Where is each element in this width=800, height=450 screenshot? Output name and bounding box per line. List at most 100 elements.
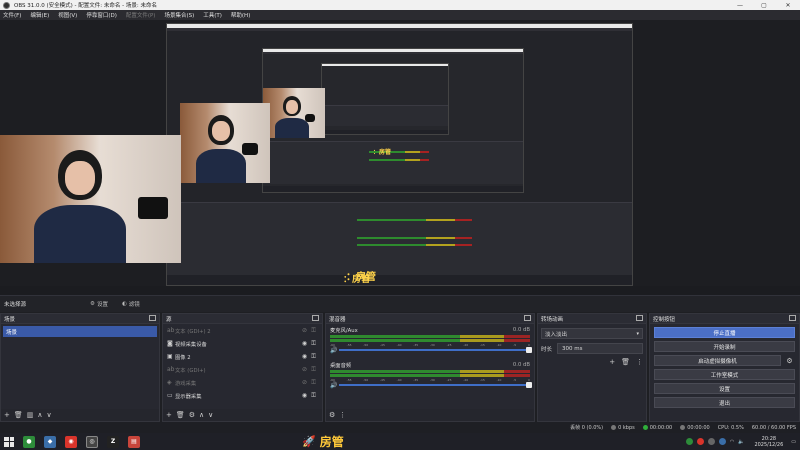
wifi-icon[interactable]: ◠ xyxy=(730,439,734,445)
start-record-button[interactable]: 开始录制 xyxy=(654,341,795,352)
wechat-icon[interactable]: ● xyxy=(23,435,35,448)
notification-icon[interactable]: ▭ xyxy=(791,439,796,445)
gear-icon[interactable]: ⚙ xyxy=(784,357,795,365)
bitrate: 0 kbps xyxy=(611,425,635,431)
undock-icon[interactable] xyxy=(312,315,319,321)
preview-area[interactable]: ：房管 ：房管 ：房管 xyxy=(0,20,800,286)
taskbar: ● ◆ ◉ ◎ Z ▤ 🚀 房管 ◠ 🔈 20:28 2025/12/26 ▭ xyxy=(0,433,800,450)
stamp-small: ：房管 xyxy=(373,149,392,156)
obs-icon[interactable]: ◎ xyxy=(86,435,98,448)
fps: 60.00 / 60.00 FPS xyxy=(751,424,796,431)
mixer-settings-button[interactable]: ⚙ xyxy=(329,411,335,419)
exit-button[interactable]: 退出 xyxy=(654,397,795,408)
filters-label: 滤镜 xyxy=(128,302,140,308)
menu-scene-collection[interactable]: 场景集合(S) xyxy=(164,11,194,19)
transition-menu-button[interactable]: ⋮ xyxy=(636,358,643,366)
source-properties-button[interactable]: ⚙ xyxy=(189,411,195,419)
source-name: 图像 2 xyxy=(175,354,191,361)
move-up-button[interactable]: ∧ xyxy=(199,411,204,419)
mixer-menu-button[interactable]: ⋮ xyxy=(339,411,346,419)
eye-icon[interactable]: ◉ xyxy=(300,392,309,399)
virtual-camera-button[interactable]: 启动虚拟摄像机 xyxy=(654,355,781,366)
menu-profile[interactable]: 配置文件(P) xyxy=(126,11,156,19)
hidden-eye-icon[interactable]: ⊘ xyxy=(300,366,309,373)
lock-icon[interactable]: ⚿ xyxy=(309,379,318,387)
menu-docks[interactable]: 停靠窗口(D) xyxy=(86,11,117,19)
status-bar: 丢帧 0 (0.0%) 0 kbps 00:00:00 00:00:00 CPU… xyxy=(0,422,800,433)
steam-icon[interactable]: ◆ xyxy=(44,435,56,448)
settings-button[interactable]: 设置 xyxy=(654,383,795,394)
add-scene-button[interactable]: + xyxy=(4,411,10,419)
clock[interactable]: 20:28 2025/12/26 xyxy=(754,436,783,448)
undock-icon[interactable] xyxy=(524,315,531,321)
undock-icon[interactable] xyxy=(149,315,156,321)
menu-file[interactable]: 文件(F) xyxy=(3,11,21,19)
camera-icon: ◙ xyxy=(167,340,173,347)
transition-select[interactable]: 淡入淡出 ▾ xyxy=(541,328,643,339)
speaker-icon[interactable]: 🔊 xyxy=(330,382,339,389)
lock-icon[interactable]: ⚿ xyxy=(309,392,318,400)
app-icon[interactable]: ▤ xyxy=(128,435,140,448)
webcam-feed-medium xyxy=(180,103,270,183)
menu-view[interactable]: 视图(V) xyxy=(58,11,77,19)
tray-obs-icon[interactable] xyxy=(707,438,715,445)
menu-help[interactable]: 帮助(H) xyxy=(231,11,250,19)
duration-input[interactable]: 300 ms xyxy=(557,343,643,354)
z-app-icon[interactable]: Z xyxy=(107,435,119,448)
netease-music-icon[interactable]: ◉ xyxy=(65,435,77,448)
hidden-eye-icon[interactable]: ⊘ xyxy=(300,327,309,334)
move-down-button[interactable]: ∨ xyxy=(47,411,52,419)
channel-name: 桌面音频 xyxy=(330,363,352,369)
source-row[interactable]: ▣ 图像 2 ◉ ⚿ xyxy=(163,350,322,363)
windows-start-icon[interactable] xyxy=(4,436,14,447)
menu-tools[interactable]: 工具(T) xyxy=(203,11,222,19)
stream-time: 00:00:00 xyxy=(642,425,672,431)
tray-wechat-icon[interactable] xyxy=(685,438,693,445)
tray-app-icon[interactable] xyxy=(718,438,726,445)
unlock-icon[interactable]: ⚿ xyxy=(309,340,318,348)
minimize-button[interactable]: — xyxy=(728,2,752,9)
scene-item[interactable]: 场景 xyxy=(3,326,157,337)
undock-icon[interactable] xyxy=(789,315,796,321)
unlock-icon[interactable]: ⚿ xyxy=(309,353,318,361)
source-row[interactable]: ▭ 显示器采集 ◉ ⚿ xyxy=(163,389,322,402)
unlock-icon[interactable]: ⚿ xyxy=(309,366,318,374)
maximize-button[interactable]: ▢ xyxy=(752,2,776,9)
channel-name: 麦克风/Aux xyxy=(330,328,358,334)
close-button[interactable]: ✕ xyxy=(776,2,800,9)
properties-button[interactable]: ⚙ 设置 xyxy=(90,300,108,308)
add-transition-button[interactable]: + xyxy=(609,358,615,366)
hidden-eye-icon[interactable]: ⊘ xyxy=(300,379,309,386)
unlock-icon[interactable]: ⚿ xyxy=(309,327,318,335)
preview-canvas[interactable]: ：房管 ：房管 xyxy=(166,23,633,286)
eye-icon[interactable]: ◉ xyxy=(300,353,309,360)
move-down-button[interactable]: ∨ xyxy=(208,411,213,419)
remove-transition-button[interactable]: 🗑 xyxy=(621,358,630,366)
scenes-title: 场景 xyxy=(4,316,16,323)
scene-filters-button[interactable]: ▥ xyxy=(27,411,34,419)
add-source-button[interactable]: + xyxy=(166,411,172,419)
source-row[interactable]: ◙ 视频采集设备 ◉ ⚿ xyxy=(163,337,322,350)
volume-slider[interactable] xyxy=(339,382,532,388)
source-row[interactable]: ab 文本 (GDI+) 2 ⊘ ⚿ xyxy=(163,324,322,337)
webcam-feed-small xyxy=(263,88,325,138)
source-row[interactable]: ab 文本 (GDI+) ⊘ ⚿ xyxy=(163,363,322,376)
eye-icon[interactable]: ◉ xyxy=(300,340,309,347)
image-icon: ▣ xyxy=(167,353,173,360)
speaker-icon[interactable]: 🔊 xyxy=(330,347,339,354)
remove-source-button[interactable]: 🗑 xyxy=(176,411,185,419)
selected-source-label: 未选择源 xyxy=(4,302,27,308)
filters-button[interactable]: ◐ 滤镜 xyxy=(122,300,140,308)
duration-value: 300 ms xyxy=(562,345,583,352)
source-row[interactable]: ◈ 游戏采集 ⊘ ⚿ xyxy=(163,376,322,389)
remove-scene-button[interactable]: 🗑 xyxy=(14,411,23,419)
menu-edit[interactable]: 编辑(E) xyxy=(30,11,49,19)
move-up-button[interactable]: ∧ xyxy=(37,411,42,419)
stamp-large: ：房管 xyxy=(346,272,376,283)
tray-app-icon[interactable] xyxy=(696,438,704,445)
volume-icon[interactable]: 🔈 xyxy=(738,439,744,445)
volume-slider[interactable] xyxy=(339,347,532,353)
undock-icon[interactable] xyxy=(636,315,643,321)
studio-mode-button[interactable]: 工作室模式 xyxy=(654,369,795,380)
stop-stream-button[interactable]: 停止直播 xyxy=(654,327,795,338)
